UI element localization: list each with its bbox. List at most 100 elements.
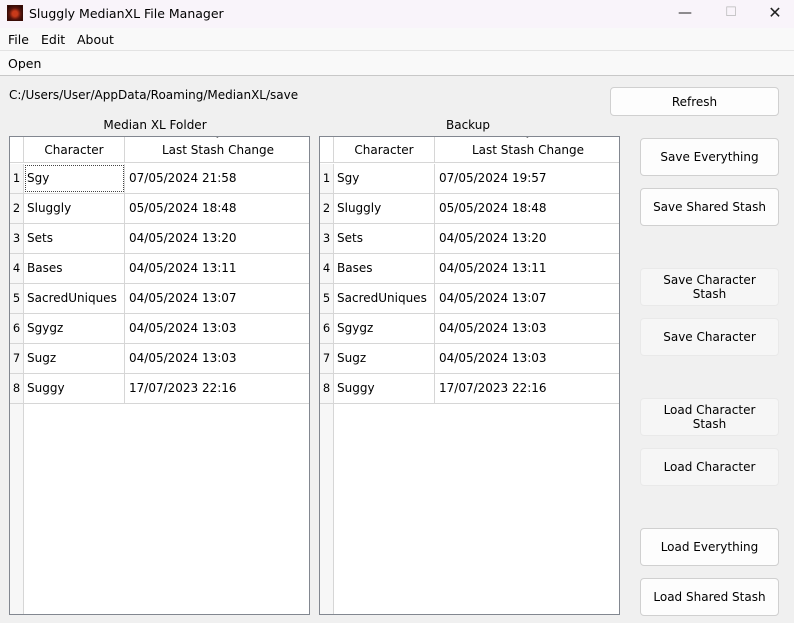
save-character-button[interactable]: Save Character bbox=[640, 318, 779, 356]
load-character-stash-button[interactable]: Load Character Stash bbox=[640, 398, 779, 436]
row-number[interactable]: 4 bbox=[320, 254, 334, 283]
toolbar: Open bbox=[0, 51, 794, 76]
last-stash-change-cell[interactable]: 07/05/2024 19:57 bbox=[435, 164, 547, 193]
last-stash-change-cell[interactable]: 17/07/2023 22:16 bbox=[435, 374, 547, 403]
median-folder-title: Median XL Folder bbox=[103, 118, 207, 132]
table-row[interactable]: 8 Suggy 17/07/2023 22:16 bbox=[10, 374, 309, 404]
table-row[interactable]: 6 Sgygz 04/05/2024 13:03 bbox=[320, 314, 619, 344]
character-column-header[interactable]: Character bbox=[24, 137, 125, 163]
table-row[interactable]: 3 Sets 04/05/2024 13:20 bbox=[320, 224, 619, 254]
median-folder-table[interactable]: Character ⌄ Last Stash Change 1Sgy07/05/… bbox=[9, 136, 310, 615]
row-number[interactable]: 5 bbox=[320, 284, 334, 313]
character-column-label: Character bbox=[44, 143, 104, 157]
backup-table[interactable]: Character ⌄ Last Stash Change 1Sgy07/05/… bbox=[319, 136, 620, 615]
table-row[interactable]: 7 Sugz 04/05/2024 13:03 bbox=[10, 344, 309, 374]
row-number[interactable]: 4 bbox=[10, 254, 24, 283]
menu-about[interactable]: About bbox=[77, 32, 114, 47]
menu-file[interactable]: File bbox=[8, 32, 29, 47]
row-number[interactable]: 2 bbox=[10, 194, 24, 223]
last-stash-change-cell[interactable]: 07/05/2024 21:58 bbox=[125, 164, 237, 193]
row-number[interactable]: 2 bbox=[320, 194, 334, 223]
character-cell[interactable]: SacredUniques bbox=[24, 284, 125, 313]
table-row[interactable]: 4 Bases 04/05/2024 13:11 bbox=[320, 254, 619, 284]
table-row[interactable]: 1 Sgy 07/05/2024 21:58 bbox=[10, 164, 309, 194]
last-stash-change-cell[interactable]: 04/05/2024 13:11 bbox=[435, 254, 547, 283]
refresh-button[interactable]: Refresh bbox=[610, 87, 779, 116]
row-number[interactable]: 8 bbox=[10, 374, 24, 403]
character-cell[interactable]: Sugz bbox=[24, 344, 125, 373]
row-number[interactable]: 6 bbox=[320, 314, 334, 343]
character-column-label: Character bbox=[354, 143, 414, 157]
row-number[interactable]: 3 bbox=[10, 224, 24, 253]
table-row[interactable]: 5 SacredUniques 04/05/2024 13:07 bbox=[320, 284, 619, 314]
character-cell[interactable]: Sluggly bbox=[24, 194, 125, 223]
window-title: Sluggly MedianXL File Manager bbox=[29, 6, 224, 21]
load-shared-stash-button[interactable]: Load Shared Stash bbox=[640, 578, 779, 616]
load-character-button[interactable]: Load Character bbox=[640, 448, 779, 486]
row-number[interactable]: 7 bbox=[10, 344, 24, 373]
table-row[interactable]: 7 Sugz 04/05/2024 13:03 bbox=[320, 344, 619, 374]
row-number[interactable]: 1 bbox=[320, 164, 334, 193]
character-cell[interactable]: Sugz bbox=[334, 344, 435, 373]
save-shared-stash-button[interactable]: Save Shared Stash bbox=[640, 188, 779, 226]
table-row[interactable]: 8 Suggy 17/07/2023 22:16 bbox=[320, 374, 619, 404]
last-stash-change-column-header[interactable]: ⌄ Last Stash Change bbox=[125, 137, 309, 163]
table-row[interactable]: 5 SacredUniques 04/05/2024 13:07 bbox=[10, 284, 309, 314]
character-cell[interactable]: SacredUniques bbox=[334, 284, 435, 313]
menu-edit[interactable]: Edit bbox=[41, 32, 65, 47]
table-row[interactable]: 6 Sgygz 04/05/2024 13:03 bbox=[10, 314, 309, 344]
load-everything-button[interactable]: Load Everything bbox=[640, 528, 779, 566]
character-cell[interactable]: Sets bbox=[334, 224, 435, 253]
last-stash-change-cell[interactable]: 04/05/2024 13:03 bbox=[435, 344, 547, 373]
table-row[interactable]: 1 Sgy 07/05/2024 19:57 bbox=[320, 164, 619, 194]
save-character-stash-button[interactable]: Save Character Stash bbox=[640, 268, 779, 306]
character-cell[interactable]: Sgygz bbox=[24, 314, 125, 343]
last-stash-change-cell[interactable]: 05/05/2024 18:48 bbox=[435, 194, 547, 223]
row-number[interactable]: 6 bbox=[10, 314, 24, 343]
save-everything-button[interactable]: Save Everything bbox=[640, 138, 779, 176]
last-stash-change-cell[interactable]: 04/05/2024 13:03 bbox=[435, 314, 547, 343]
corner-header bbox=[320, 137, 334, 163]
last-stash-change-cell[interactable]: 04/05/2024 13:07 bbox=[125, 284, 237, 313]
last-stash-change-column-label: Last Stash Change bbox=[471, 143, 585, 157]
character-cell[interactable]: Sgygz bbox=[334, 314, 435, 343]
character-cell[interactable]: Sluggly bbox=[334, 194, 435, 223]
toolbar-open-button[interactable]: Open bbox=[8, 56, 41, 71]
close-button[interactable]: ✕ bbox=[752, 0, 794, 28]
minimize-button[interactable]: — bbox=[662, 0, 708, 28]
last-stash-change-cell[interactable]: 04/05/2024 13:03 bbox=[125, 344, 237, 373]
last-stash-change-cell[interactable]: 05/05/2024 18:48 bbox=[125, 194, 237, 223]
row-number[interactable]: 7 bbox=[320, 344, 334, 373]
sort-indicator-icon: ⌄ bbox=[524, 137, 531, 140]
last-stash-change-column-header[interactable]: ⌄ Last Stash Change bbox=[435, 137, 619, 163]
character-cell[interactable]: Suggy bbox=[24, 374, 125, 403]
character-cell[interactable]: Bases bbox=[24, 254, 125, 283]
last-stash-change-cell[interactable]: 04/05/2024 13:20 bbox=[435, 224, 547, 253]
app-icon bbox=[7, 5, 23, 21]
backup-title: Backup bbox=[446, 118, 490, 132]
character-cell[interactable]: Suggy bbox=[334, 374, 435, 403]
last-stash-change-cell[interactable]: 04/05/2024 13:20 bbox=[125, 224, 237, 253]
last-stash-change-cell[interactable]: 04/05/2024 13:11 bbox=[125, 254, 237, 283]
row-number[interactable]: 3 bbox=[320, 224, 334, 253]
title-bar: Sluggly MedianXL File Manager — ☐ ✕ bbox=[0, 0, 794, 28]
character-cell[interactable]: Sgy bbox=[24, 164, 125, 193]
row-number[interactable]: 5 bbox=[10, 284, 24, 313]
table-row[interactable]: 4 Bases 04/05/2024 13:11 bbox=[10, 254, 309, 284]
last-stash-change-cell[interactable]: 04/05/2024 13:03 bbox=[125, 314, 237, 343]
sort-indicator-icon: ⌄ bbox=[214, 137, 221, 140]
last-stash-change-cell[interactable]: 17/07/2023 22:16 bbox=[125, 374, 237, 403]
character-cell[interactable]: Sgy bbox=[334, 164, 435, 193]
table-row[interactable]: 2 Sluggly 05/05/2024 18:48 bbox=[320, 194, 619, 224]
row-number[interactable]: 1 bbox=[10, 164, 24, 193]
corner-header bbox=[10, 137, 24, 163]
character-column-header[interactable]: Character bbox=[334, 137, 435, 163]
character-cell[interactable]: Sets bbox=[24, 224, 125, 253]
table-row[interactable]: 2 Sluggly 05/05/2024 18:48 bbox=[10, 194, 309, 224]
last-stash-change-cell[interactable]: 04/05/2024 13:07 bbox=[435, 284, 547, 313]
maximize-button[interactable]: ☐ bbox=[708, 0, 754, 28]
character-cell[interactable]: Bases bbox=[334, 254, 435, 283]
row-number[interactable]: 8 bbox=[320, 374, 334, 403]
table-row[interactable]: 3 Sets 04/05/2024 13:20 bbox=[10, 224, 309, 254]
last-stash-change-column-label: Last Stash Change bbox=[161, 143, 275, 157]
